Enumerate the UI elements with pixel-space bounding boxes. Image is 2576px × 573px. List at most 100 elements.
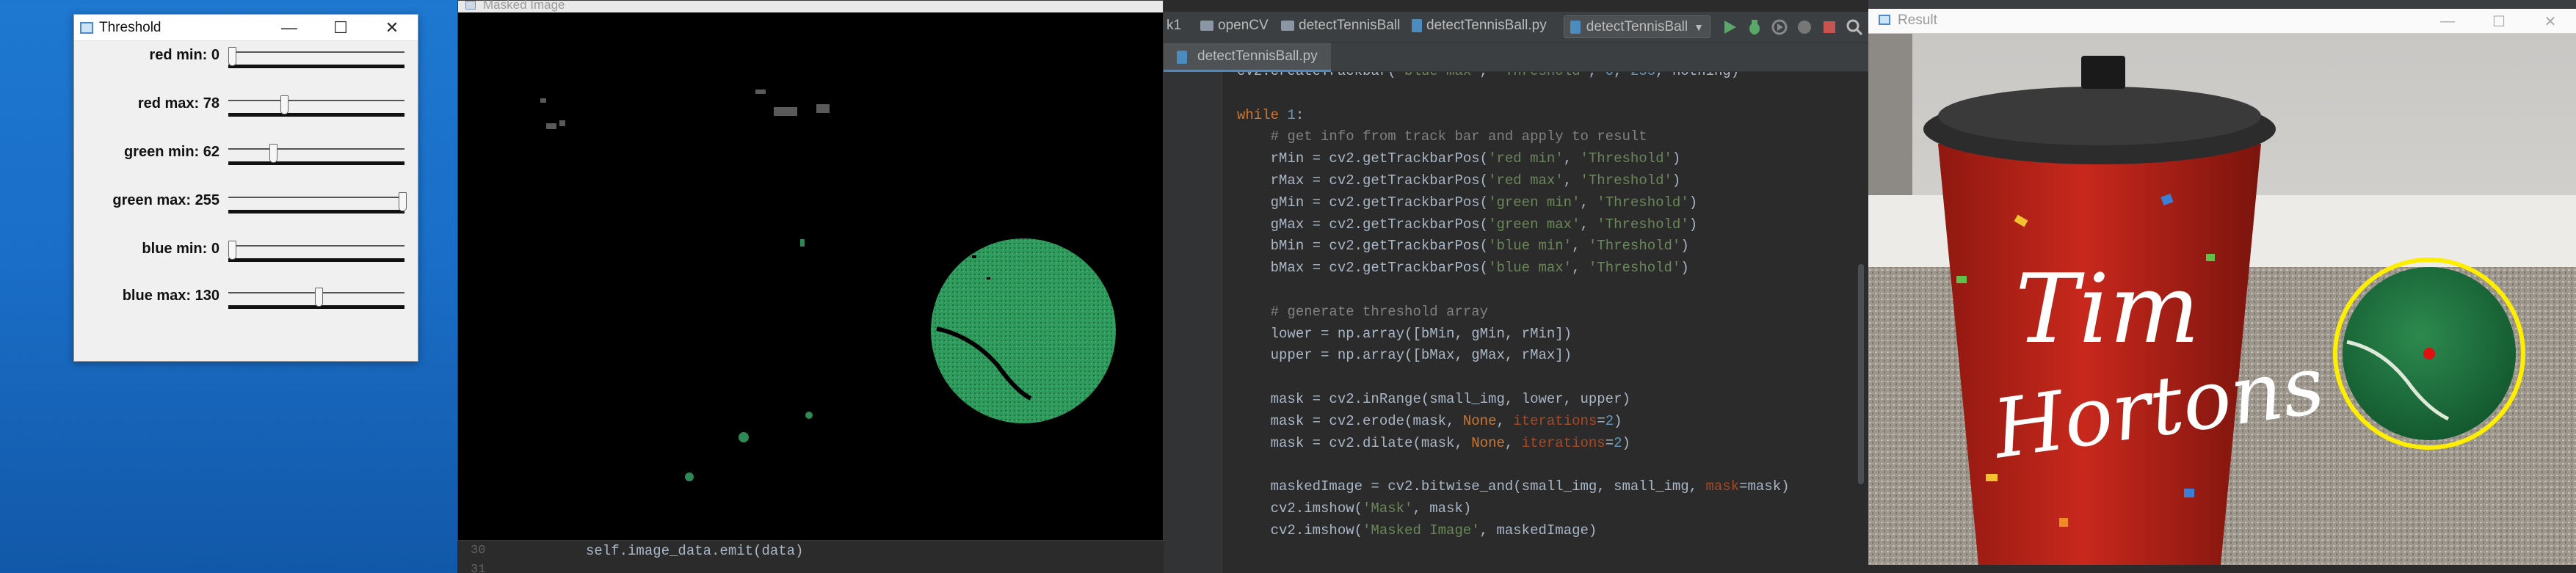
code-token: 'blue max' [1396, 72, 1480, 79]
green-specks [685, 239, 813, 481]
stop-icon[interactable] [1820, 18, 1839, 37]
code-token: , nothing) [1655, 72, 1739, 79]
trackbar-thumb[interactable] [315, 288, 324, 307]
code-token: cv2.imshow( [1237, 522, 1363, 539]
code-line[interactable]: 48 [1222, 544, 1868, 566]
code-token: 'Threshold' [1496, 72, 1588, 79]
code-line[interactable]: 35 bMax = cv2.getTrackbarPos('blue max',… [1222, 260, 1868, 282]
code-token: iterations [1521, 434, 1606, 451]
coverage-icon[interactable] [1770, 18, 1789, 37]
window-title: Masked Image [483, 0, 565, 12]
trackbar-tick-line [228, 100, 404, 101]
breadcrumb-folder[interactable]: detectTennisBall [1281, 18, 1400, 34]
code-line[interactable]: 37 # generate threshold array [1222, 304, 1868, 326]
trackbar-slider[interactable] [228, 258, 404, 262]
trackbar-thumb[interactable] [280, 95, 289, 114]
window-title: Threshold [99, 19, 162, 35]
editor-background-strip: 30 31 self.image_data.emit(data) [457, 541, 1164, 573]
code-line[interactable]: 30 rMin = cv2.getTrackbarPos('red min', … [1222, 150, 1868, 172]
run-icon[interactable] [1720, 18, 1739, 37]
trackbar-slider[interactable] [228, 65, 404, 68]
code-token: 'red min' [1488, 150, 1564, 167]
close-button[interactable]: ✕ [2525, 9, 2576, 34]
code-line[interactable]: 26cv2.createTrackbar('blue max', 'Thresh… [1222, 72, 1868, 85]
ide-window: k1 openCV detectTennisBall detectTennisB… [1164, 0, 1868, 573]
code-line[interactable]: 27 [1222, 85, 1868, 107]
breadcrumb-file[interactable]: detectTennisBall.py [1412, 18, 1547, 34]
trackbar-thumb[interactable] [228, 47, 236, 66]
code-token: ) [1622, 434, 1630, 451]
maximize-button[interactable]: ☐ [2473, 9, 2525, 34]
code-line[interactable]: 39 upper = np.array([bMax, gMax, rMax]) [1222, 347, 1868, 369]
code-line: self.image_data.emit(data) [586, 543, 804, 559]
trackbar-label: red min: 0 [149, 47, 219, 63]
python-file-icon [1570, 20, 1581, 34]
noise-specks [540, 90, 830, 129]
trackbar-slider[interactable] [228, 210, 404, 213]
code-line[interactable]: 33 gMax = cv2.getTrackbarPos('green max'… [1222, 216, 1868, 238]
python-file-icon [1412, 19, 1422, 32]
threshold-title-bar[interactable]: Threshold — ☐ ✕ [74, 15, 418, 41]
profile-icon[interactable] [1795, 18, 1814, 37]
code-token: ) [1688, 216, 1698, 233]
code-line[interactable]: 43 mask = cv2.dilate(mask, None, iterati… [1222, 435, 1868, 457]
code-line[interactable]: 47 cv2.imshow('Masked Image', maskedImag… [1222, 522, 1868, 544]
trackbar-thumb[interactable] [399, 192, 407, 211]
code-token: 'Threshold' [1580, 150, 1672, 167]
code-editor[interactable]: 26cv2.createTrackbar('blue max', 'Thresh… [1222, 72, 1868, 573]
trackbar-slider[interactable] [228, 161, 404, 165]
code-line[interactable]: 28while 1: [1222, 107, 1868, 129]
code-token: = [1597, 412, 1606, 429]
trackbar-label: blue min: 0 [142, 241, 219, 257]
trackbar-thumb[interactable] [228, 241, 236, 260]
code-token: , maskedImage) [1479, 522, 1597, 539]
run-configuration-select[interactable]: detectTennisBall ▼ [1564, 15, 1710, 38]
breadcrumb-opencv[interactable]: openCV [1200, 18, 1269, 34]
threshold-window: Threshold — ☐ ✕ red min: 0 red max: 78 gre… [73, 14, 418, 362]
code-token: 'Threshold' [1597, 194, 1689, 211]
code-token: , [1580, 216, 1597, 233]
line-number: 31 [471, 563, 486, 573]
breadcrumb-project[interactable]: k1 [1167, 18, 1181, 34]
code-token: , [1572, 260, 1589, 277]
code-line[interactable]: 34 bMin = cv2.getTrackbarPos('blue min',… [1222, 238, 1868, 260]
code-line[interactable]: 46 cv2.imshow('Mask', mask) [1222, 500, 1868, 522]
code-line[interactable]: 41 mask = cv2.inRange(small_img, lower, … [1222, 391, 1868, 413]
code-token: , mask) [1412, 500, 1472, 517]
code-line[interactable]: 32 gMin = cv2.getTrackbarPos('green min'… [1222, 194, 1868, 216]
code-token: 'Threshold' [1588, 260, 1681, 277]
trackbar-thumb[interactable] [269, 144, 278, 163]
code-token: 'Mask' [1363, 500, 1413, 517]
code-token: 'red max' [1488, 172, 1564, 189]
tab-detecttennisball[interactable]: detectTennisBall.py [1164, 43, 1331, 72]
code-token: 1 [1287, 106, 1296, 123]
code-token: # generate threshold array [1237, 303, 1489, 320]
code-line[interactable]: 45 maskedImage = cv2.bitwise_and(small_i… [1222, 478, 1868, 500]
search-icon[interactable] [1845, 18, 1864, 37]
close-button[interactable]: ✕ [366, 15, 418, 41]
trackbar-row: blue max: 130 [74, 285, 419, 314]
code-line[interactable]: 31 rMax = cv2.getTrackbarPos('red max', … [1222, 172, 1868, 194]
code-line[interactable]: 40 [1222, 369, 1868, 391]
code-line[interactable]: 42 mask = cv2.erode(mask, None, iteratio… [1222, 413, 1868, 435]
maximize-button[interactable]: ☐ [315, 15, 366, 41]
editor-background-strip [1868, 565, 2576, 573]
result-title-bar[interactable]: Result — ☐ ✕ [1868, 9, 2576, 34]
chevron-down-icon: ▼ [1694, 21, 1704, 33]
debug-icon[interactable] [1745, 18, 1764, 37]
code-line[interactable]: 29 # get info from track bar and apply t… [1222, 128, 1868, 150]
code-token: , [1563, 172, 1581, 189]
masked-image-title-bar[interactable]: Masked Image [458, 0, 1163, 12]
editor-scrollbar[interactable] [1858, 264, 1864, 484]
trackbar-row: red max: 78 [74, 92, 419, 122]
code-token: ) [1672, 172, 1681, 189]
minimize-button[interactable]: — [264, 15, 315, 41]
trackbar-slider[interactable] [228, 113, 404, 117]
code-line[interactable]: 44 [1222, 456, 1868, 478]
code-token: lower = np.array([bMin, gMin, rMin]) [1237, 325, 1572, 342]
code-token: : [1295, 106, 1305, 123]
code-line[interactable]: 38 lower = np.array([bMin, gMin, rMin]) [1222, 326, 1868, 348]
minimize-button[interactable]: — [2422, 9, 2473, 34]
code-line[interactable]: 36 [1222, 282, 1868, 304]
window-title: Result [1898, 12, 1937, 28]
